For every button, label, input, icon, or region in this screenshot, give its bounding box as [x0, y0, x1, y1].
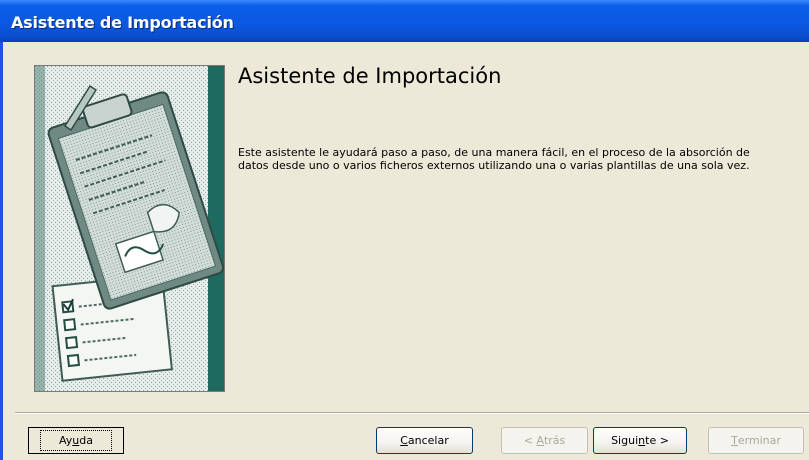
help-button-prefix: Ay: [58, 434, 73, 447]
back-button-rest: trás: [543, 434, 566, 447]
finish-button[interactable]: Terminar: [708, 427, 804, 454]
finish-button-accel: T: [731, 434, 738, 447]
clipboard-checklist-illustration: [34, 65, 225, 392]
next-button-accel: n: [638, 434, 646, 447]
cancel-button[interactable]: Cancelar: [376, 427, 473, 454]
back-button[interactable]: < Atrás: [501, 427, 588, 454]
next-button-rest: te >: [645, 434, 669, 447]
cancel-button-accel: C: [400, 434, 408, 447]
help-button[interactable]: Ayuda: [28, 427, 124, 454]
footer-separator: [15, 412, 809, 414]
back-button-prefix: <: [523, 434, 537, 447]
back-button-accel: A: [536, 434, 544, 447]
window-title: Asistente de Importación: [11, 13, 234, 32]
wizard-description: Este asistente le ayudará paso a paso, d…: [238, 146, 750, 172]
import-wizard-window: Asistente de Importación Asistente de Im…: [0, 0, 809, 460]
finish-button-rest: erminar: [737, 434, 781, 447]
wizard-heading: Asistente de Importación: [238, 64, 502, 88]
title-bar[interactable]: Asistente de Importación: [0, 0, 809, 42]
help-button-suffix: da: [79, 434, 93, 447]
next-button-prefix: Sigui: [611, 434, 639, 447]
next-button[interactable]: Sigui n te >: [593, 427, 687, 454]
clipboard-illustration-icon: [35, 66, 224, 391]
cancel-button-rest: ancelar: [407, 434, 449, 447]
help-button-focus: Ayuda: [39, 430, 112, 451]
